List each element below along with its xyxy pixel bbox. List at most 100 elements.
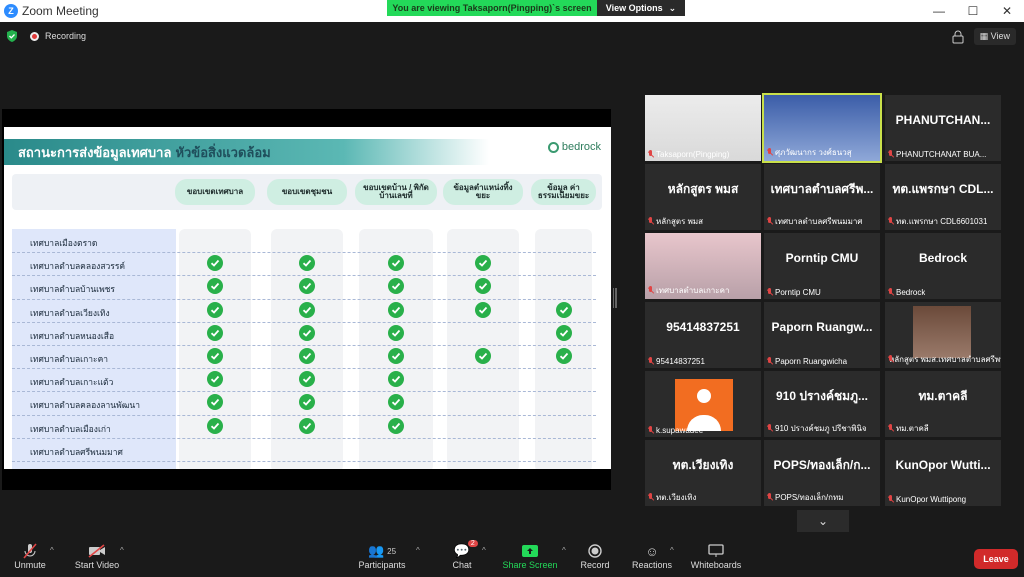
start-video-label: Start Video [74, 560, 120, 570]
participant-name: Taksaporn(Pingping) [656, 150, 730, 159]
check-icon [388, 348, 404, 364]
resize-handle[interactable] [613, 288, 618, 308]
participant-caption: Paporn Ruangwicha [766, 357, 847, 366]
chat-badge: 2 [467, 540, 478, 547]
participants-options-caret[interactable]: ^ [416, 546, 420, 555]
share-screen-button[interactable]: Share Screen [502, 542, 558, 570]
recording-dot-icon [30, 31, 39, 41]
participant-caption: 910 ปรางค์ชมภู ปรีชาพินิจ [766, 422, 867, 435]
participant-tile[interactable]: PHANUTCHAN... PHANUTCHANAT BUA... [885, 95, 1001, 161]
maximize-button[interactable]: ☐ [956, 0, 990, 22]
start-video-button[interactable]: Start Video [72, 542, 122, 570]
row-labels-column: เทศบาลเมืองตราด เทศบาลตำบลคลองสวรรค์ เทศบา… [12, 229, 176, 469]
participant-caption: ศุภวัฒนากร วงศ์ธนวสุ [766, 146, 852, 159]
check-icon [388, 301, 404, 318]
check-icon [555, 301, 572, 318]
check-icon [388, 417, 404, 434]
slide-title-accent: หัวข้อสิ่งแวดล้อม [175, 144, 271, 160]
participant-caption: KunOpor Wuttipong [887, 495, 966, 504]
participant-tile[interactable]: เทศบาลตำบลเกาะคา [645, 233, 761, 299]
participant-tile[interactable]: Bedrock Bedrock [885, 233, 1001, 299]
minimize-button[interactable]: — [922, 0, 956, 22]
muted-mic-icon [647, 357, 654, 366]
row-divider [12, 437, 596, 439]
participant-display-name: POPS/ทองเล็ก/ก... [773, 457, 871, 472]
participant-caption: 95414837251 [647, 357, 705, 366]
gallery-next-page-button[interactable]: ⌄ [797, 510, 849, 532]
participant-tile[interactable]: Taksaporn(Pingping) [645, 95, 761, 161]
muted-mic-icon [887, 495, 894, 504]
leave-button[interactable]: Leave [974, 549, 1018, 569]
participant-caption: PHANUTCHANAT BUA... [887, 150, 986, 159]
participant-name: Paporn Ruangwicha [775, 357, 848, 366]
view-options-label: View Options [605, 3, 663, 13]
participant-display-name: ทต.แพรกษา CDL... [892, 181, 994, 196]
unmute-button[interactable]: Unmute [12, 542, 48, 570]
view-button[interactable]: ▦ View [973, 28, 1016, 45]
slide-title: สถานะการส่งข้อมูลเทศบาล หัวข้อสิ่งแวดล้อ… [4, 139, 489, 165]
muted-mic-icon [647, 217, 654, 226]
participant-tile[interactable]: ทม.ตาคลี ทม.ตาคลี [885, 371, 1001, 437]
row-label: เทศบาลตำบลเกาะคา [30, 354, 109, 364]
meeting-toolbar: Unmute ^ Start Video ^ 👥 25 Participants … [0, 538, 1024, 577]
participant-tile[interactable]: k.supawadee [645, 371, 761, 437]
participant-tile[interactable]: ศุภวัฒนากร วงศ์ธนวสุ [762, 93, 882, 163]
chat-button[interactable]: 💬 2 Chat [448, 540, 478, 570]
participant-tile[interactable]: POPS/ทองเล็ก/ก... POPS/ทองเล็ก/กทม [764, 440, 880, 506]
participants-button[interactable]: 👥 25 Participants [357, 542, 407, 570]
row-divider [12, 321, 596, 323]
whiteboards-button[interactable]: Whiteboards [688, 542, 744, 570]
participant-tile[interactable]: KunOpor Wutti... KunOpor Wuttipong [885, 440, 1001, 506]
brand-name: bedrock [561, 141, 601, 153]
window-title: Zoom Meeting [22, 4, 99, 18]
muted-mic-icon [766, 424, 773, 433]
share-screen-icon [522, 542, 538, 560]
muted-mic-icon [766, 148, 773, 157]
video-options-caret[interactable]: ^ [120, 546, 124, 555]
close-button[interactable]: ✕ [990, 0, 1024, 22]
record-icon [588, 542, 602, 560]
share-options-caret[interactable]: ^ [562, 546, 566, 555]
participant-tile[interactable]: ทต.แพรกษา CDL... ทต.แพรกษา CDL6601031 [885, 164, 1001, 230]
participant-tile[interactable]: เทศบาลตำบลศรีพ... เทศบาลตำบลศรีพนมมาศ [764, 164, 880, 230]
row-label: เทศบาลตำบลเมืองเก่า [30, 423, 111, 434]
participant-tile[interactable]: หลักสูตร พมส.เทศบาลตำบลศรีพนมมาศ [885, 302, 1001, 368]
reactions-options-caret[interactable]: ^ [670, 546, 674, 555]
participant-tile[interactable]: ทต.เวียงเทิง ทต.เวียงเทิง [645, 440, 761, 506]
chat-options-caret[interactable]: ^ [482, 546, 486, 555]
reactions-button[interactable]: ☺ Reactions [630, 542, 674, 571]
view-options-button[interactable]: View Options ⌄ [597, 0, 685, 16]
lock-icon[interactable] [952, 30, 964, 44]
shared-screen: สถานะการส่งข้อมูลเทศบาล หัวข้อสิ่งแวดล้อ… [2, 109, 611, 490]
participant-tile[interactable]: หลักสูตร พมส หลักสูตร พมส [645, 164, 761, 230]
chat-icon: 💬 2 [454, 540, 478, 560]
video-off-icon [88, 542, 106, 560]
participant-name: 95414837251 [656, 357, 705, 366]
muted-mic-icon [887, 288, 894, 297]
participant-caption: เทศบาลตำบลเกาะคา [647, 284, 729, 297]
row-label: เทศบาลตำบลศรีพนมมาศ [30, 446, 123, 457]
grid-icon: ▦ [979, 31, 991, 41]
audio-options-caret[interactable]: ^ [50, 546, 54, 555]
table-header: ขอบเขตเทศบาล ขอบเขตชุมชน ขอบเขตบ้าน / พิกั… [12, 174, 602, 210]
participant-name: Porntip CMU [775, 288, 821, 297]
check-icon [207, 417, 223, 434]
presentation-slide: สถานะการส่งข้อมูลเทศบาล หัวข้อสิ่งแวดล้อ… [4, 127, 611, 469]
participant-tile[interactable]: Porntip CMU Porntip CMU [764, 233, 880, 299]
participant-tile[interactable]: 95414837251 95414837251 [645, 302, 761, 368]
participant-name: Bedrock [896, 288, 926, 297]
column-header: ขอบเขตบ้าน / พิกัดบ้านเลขที่ [355, 179, 437, 205]
whiteboard-icon [708, 542, 724, 560]
participant-tile[interactable]: Paporn Ruangw... Paporn Ruangwicha [764, 302, 880, 368]
participant-name: ศุภวัฒนากร วงศ์ธนวสุ [775, 148, 852, 157]
record-button[interactable]: Record [578, 542, 612, 570]
security-shield-icon[interactable] [6, 30, 18, 42]
participant-name: ทต.แพรกษา CDL6601031 [896, 217, 988, 226]
participant-display-name: ทม.ตาคลี [918, 388, 968, 403]
participants-count: 25 [387, 546, 397, 556]
check-icon [207, 324, 223, 341]
participant-tile[interactable]: 910 ปรางค์ชมภู... 910 ปรางค์ชมภู ปรีชาพิน… [764, 371, 880, 437]
participant-display-name: 95414837251 [666, 320, 740, 334]
participant-display-name: เทศบาลตำบลศรีพ... [770, 181, 874, 196]
slide-title-main: สถานะการส่งข้อมูลเทศบาล [18, 144, 172, 160]
